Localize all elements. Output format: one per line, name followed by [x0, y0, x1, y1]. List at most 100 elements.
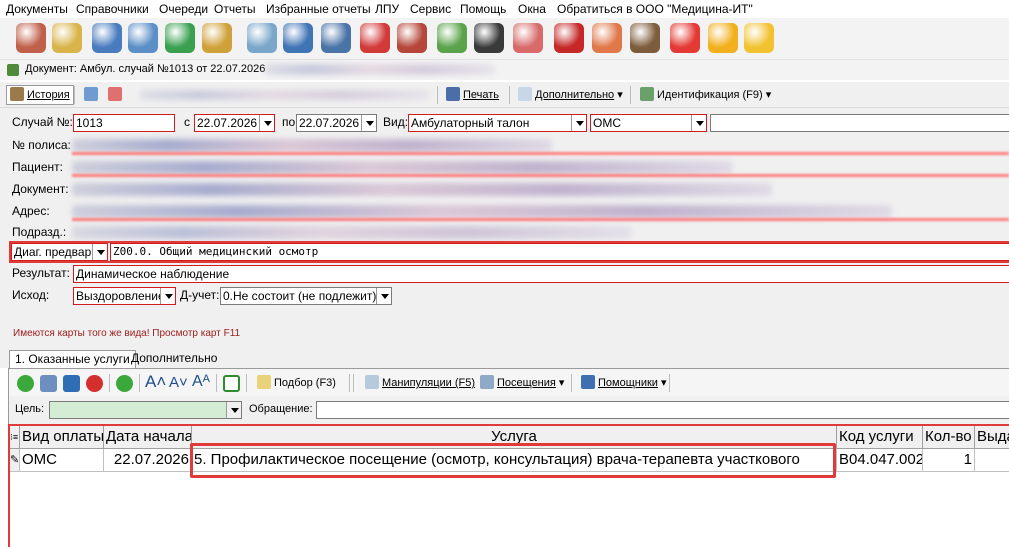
outcome-select[interactable]: Выздоровление: [73, 287, 176, 305]
medical-book-icon[interactable]: [360, 23, 390, 53]
menu-service[interactable]: Сервис: [410, 2, 451, 16]
date-to-field[interactable]: 22.07.2026: [296, 114, 377, 132]
schedule-icon[interactable]: [592, 23, 622, 53]
notepad-icon[interactable]: [202, 23, 232, 53]
menu-references[interactable]: Справочники: [76, 2, 149, 16]
excel-export-icon[interactable]: [223, 375, 240, 392]
result-label: Результат:: [12, 266, 70, 280]
approve-doc-icon: [84, 87, 98, 101]
appeal-label: Обращение:: [249, 403, 313, 415]
column-header-start-date[interactable]: Дата начала: [104, 426, 192, 449]
font-size-icon[interactable]: Aᴬ: [192, 373, 210, 391]
apps-icon[interactable]: [670, 23, 700, 53]
chevron-down-icon[interactable]: [92, 244, 107, 260]
payment-type-select[interactable]: ОМС: [590, 114, 707, 132]
case-number-field[interactable]: 1013: [73, 114, 175, 132]
goal-select[interactable]: [49, 401, 242, 419]
lock-icon[interactable]: [708, 23, 738, 53]
menu-contact-support[interactable]: Обратиться в ООО "Медицина-ИТ": [557, 2, 753, 16]
red-book-icon[interactable]: [554, 23, 584, 53]
manipulations-button[interactable]: Манипуляции (F5): [361, 373, 479, 393]
calendar-people-icon[interactable]: [283, 23, 313, 53]
tab-provided-services[interactable]: 1. Оказанные услуги: [9, 350, 136, 368]
barcode-scanner-icon[interactable]: [474, 23, 504, 53]
nurse-icon[interactable]: [513, 23, 543, 53]
menu-reports[interactable]: Отчеты: [214, 2, 255, 16]
column-header-service-code[interactable]: Код услуги: [837, 426, 923, 449]
diagnosis-type-select[interactable]: Диаг. предвар.: [11, 243, 108, 261]
appeal-field[interactable]: [316, 401, 1009, 419]
font-decrease-icon[interactable]: A˅: [169, 374, 188, 391]
journal-icon[interactable]: [52, 23, 82, 53]
extra-dropdown-button[interactable]: Дополнительно ▾: [514, 85, 627, 105]
identification-button[interactable]: Идентификация (F9) ▾: [636, 85, 775, 105]
extra-info-field[interactable]: [710, 114, 1009, 132]
result-field[interactable]: Динамическое наблюдение: [73, 265, 1009, 283]
edit-row-pencil-icon[interactable]: ✎: [10, 449, 20, 472]
separator: [349, 374, 350, 392]
d-registry-select[interactable]: 0.Не состоит (не подлежит): [220, 287, 392, 305]
wallet-icon[interactable]: [630, 23, 660, 53]
table-cell-payment[interactable]: ОМС: [20, 449, 104, 472]
column-header-payment[interactable]: Вид оплаты: [20, 426, 104, 449]
duplicate-cards-warning[interactable]: Имеются карты того же вида! Просмотр кар…: [13, 328, 240, 339]
selection-button[interactable]: Подбор (F3): [253, 373, 340, 393]
table-cell-service-code[interactable]: B04.047.002: [837, 449, 923, 472]
stethoscope-book-icon[interactable]: [165, 23, 195, 53]
patient-card-icon[interactable]: [128, 23, 158, 53]
font-increase-icon[interactable]: A˄: [145, 372, 166, 392]
cancel-doc-button[interactable]: [104, 85, 129, 105]
chevron-down-icon[interactable]: [691, 115, 706, 131]
approve-button[interactable]: [80, 85, 105, 105]
visits-dropdown-button[interactable]: Посещения ▾: [476, 373, 568, 393]
books-icon[interactable]: [397, 23, 427, 53]
menu-favorite-reports[interactable]: Избранные отчеты: [266, 2, 371, 16]
column-header-issued[interactable]: Выда: [975, 426, 1009, 449]
chevron-down-icon[interactable]: [571, 115, 586, 131]
tab-additional[interactable]: Дополнительно: [126, 350, 222, 368]
separator: [74, 86, 75, 104]
registry-icon[interactable]: [92, 23, 122, 53]
visit-type-select[interactable]: Амбулаторный талон: [408, 114, 587, 132]
lab-search-icon[interactable]: [321, 23, 351, 53]
policy-label: № полиса:: [12, 138, 71, 152]
menu-queues[interactable]: Очереди: [159, 2, 208, 16]
history-button[interactable]: История: [6, 85, 74, 105]
edit-list-icon[interactable]: [40, 375, 57, 392]
chevron-down-icon[interactable]: [160, 288, 175, 304]
required-underline: [72, 152, 1009, 155]
chat-icon[interactable]: [744, 23, 774, 53]
helpers-dropdown-button[interactable]: Помощники ▾: [577, 373, 671, 393]
refresh-icon[interactable]: [116, 375, 133, 392]
print-button[interactable]: Печать: [442, 85, 503, 105]
column-header-quantity[interactable]: Кол-во: [923, 426, 975, 449]
add-icon[interactable]: [17, 375, 34, 392]
separator: [353, 374, 354, 392]
menu-windows[interactable]: Окна: [518, 2, 546, 16]
separator: [509, 86, 510, 104]
chevron-down-icon[interactable]: [376, 288, 391, 304]
menu-documents[interactable]: Документы: [6, 2, 68, 16]
save-icon[interactable]: [63, 375, 80, 392]
menu-help[interactable]: Помощь: [460, 2, 506, 16]
pills-icon[interactable]: [437, 23, 467, 53]
syringe-icon[interactable]: [247, 23, 277, 53]
menu-lpu[interactable]: ЛПУ: [375, 2, 399, 16]
document-title-bar: Документ: Амбул. случай №1013 от 22.07.2…: [0, 60, 1009, 80]
delete-icon[interactable]: [86, 375, 103, 392]
doctor-icon[interactable]: [16, 23, 46, 53]
chevron-down-icon[interactable]: [361, 115, 376, 131]
table-cell-issued[interactable]: [975, 449, 1009, 472]
separator: [246, 374, 247, 392]
separator: [571, 374, 572, 392]
chevron-down-icon[interactable]: [226, 402, 241, 418]
table-cell-quantity[interactable]: 1: [923, 449, 975, 472]
diagnosis-field[interactable]: Z00.0. Общий медицинский осмотр: [110, 243, 1009, 261]
row-selector-header-icon[interactable]: ⁝≡: [10, 426, 20, 449]
main-toolbar: [0, 18, 1009, 60]
table-cell-start-date[interactable]: 22.07.2026: [104, 449, 192, 472]
date-from-field[interactable]: 22.07.2026: [194, 114, 275, 132]
chevron-down-icon[interactable]: [259, 115, 274, 131]
identification-icon: [640, 87, 654, 101]
case-number-label: Случай №:: [12, 115, 73, 129]
